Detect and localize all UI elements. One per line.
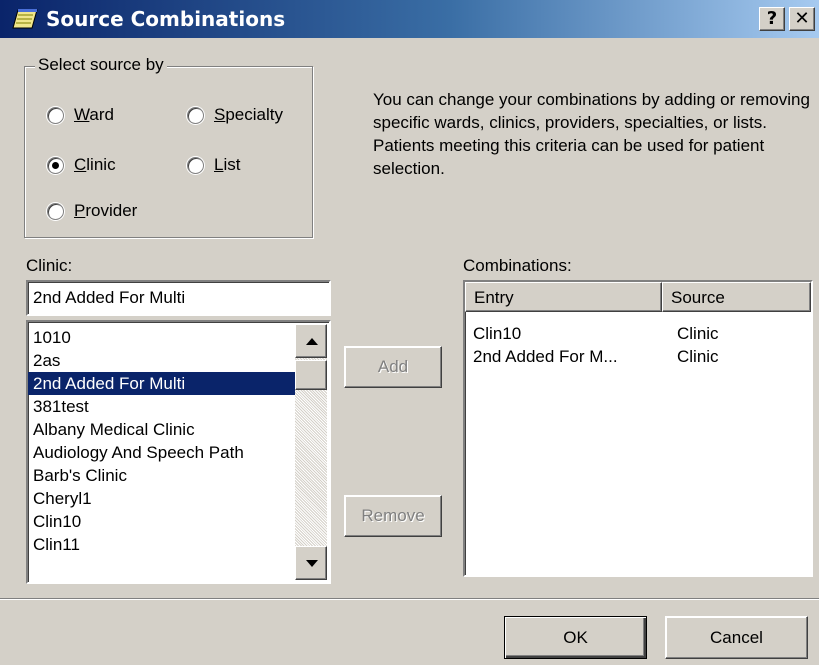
window-title: Source Combinations	[46, 7, 286, 31]
label-text: pecialty	[225, 105, 283, 124]
list-item[interactable]: 381test	[28, 395, 329, 418]
scroll-thumb[interactable]	[295, 360, 327, 390]
footer-separator	[0, 598, 819, 600]
radio-label-list: List	[214, 155, 240, 175]
radio-label-clinic: Clinic	[74, 155, 116, 175]
ok-button[interactable]: OK	[504, 616, 647, 659]
list-item[interactable]: Clin10	[28, 510, 329, 533]
label-text: ard	[89, 105, 114, 124]
select-source-legend: Select source by	[35, 55, 167, 75]
list-item-selected[interactable]: 2nd Added For Multi	[28, 372, 295, 395]
arrow-up-icon	[306, 338, 318, 345]
source-cell: Clinic	[677, 347, 719, 366]
scroll-down-button[interactable]	[295, 546, 327, 580]
list-item[interactable]: Cheryl1	[28, 487, 329, 510]
radio-circle	[187, 106, 204, 124]
clinic-list: 1010 2as 2nd Added For Multi 381test Alb…	[28, 322, 329, 556]
arrow-down-icon	[306, 560, 318, 567]
cancel-button[interactable]: Cancel	[665, 616, 808, 659]
remove-button[interactable]: Remove	[344, 495, 442, 537]
combinations-listview[interactable]: Entry Source Clin10 Clinic 2nd Added For…	[463, 280, 813, 577]
radio-specialty[interactable]: Specialty	[187, 105, 283, 125]
clinic-search-input[interactable]: 2nd Added For Multi	[26, 280, 331, 316]
radio-circle	[187, 156, 204, 174]
list-item[interactable]: Albany Medical Clinic	[28, 418, 329, 441]
radio-ward[interactable]: Ward	[47, 105, 114, 125]
column-header-source[interactable]: Source	[662, 282, 811, 312]
source-cell: Clinic	[677, 324, 719, 343]
list-item[interactable]: Clin11	[28, 533, 329, 556]
info-text: You can change your combinations by addi…	[373, 90, 810, 178]
table-row[interactable]: 2nd Added For M... Clinic	[465, 345, 811, 368]
accel-key: P	[74, 201, 86, 220]
radio-label-specialty: Specialty	[214, 105, 283, 125]
clinic-scrollbar[interactable]	[295, 324, 327, 580]
table-row[interactable]: Clin10 Clinic	[465, 322, 811, 345]
notepad-icon	[12, 8, 38, 30]
help-button[interactable]: ?	[759, 7, 785, 31]
title-bar: Source Combinations ? ✕	[0, 0, 819, 40]
accel-key: C	[74, 155, 87, 174]
clinic-search-value: 2nd Added For Multi	[33, 288, 186, 307]
clinic-label: Clinic:	[26, 256, 73, 275]
radio-clinic[interactable]: Clinic	[47, 155, 116, 175]
list-item[interactable]: Barb's Clinic	[28, 464, 329, 487]
accel-key: W	[74, 105, 90, 124]
list-item[interactable]: Audiology And Speech Path	[28, 441, 329, 464]
radio-provider[interactable]: Provider	[47, 201, 137, 221]
list-item[interactable]: 2as	[28, 349, 329, 372]
entry-cell: 2nd Added For M...	[473, 347, 618, 366]
scroll-up-button[interactable]	[295, 324, 327, 358]
label-text: ist	[223, 155, 241, 174]
radio-circle-checked	[47, 156, 64, 174]
radio-label-provider: Provider	[74, 201, 137, 221]
radio-list[interactable]: List	[187, 155, 240, 175]
combinations-label: Combinations:	[463, 256, 572, 275]
add-button[interactable]: Add	[344, 346, 442, 388]
close-button[interactable]: ✕	[789, 7, 815, 31]
combinations-rows: Clin10 Clinic 2nd Added For M... Clinic	[465, 322, 811, 368]
radio-label-ward: Ward	[74, 105, 114, 125]
list-item[interactable]: 1010	[28, 326, 329, 349]
radio-circle	[47, 202, 64, 220]
label-text: linic	[86, 155, 116, 174]
radio-circle	[47, 106, 64, 124]
label-text: rovider	[85, 201, 138, 220]
clinic-listbox[interactable]: 1010 2as 2nd Added For Multi 381test Alb…	[26, 320, 331, 584]
select-source-group: Select source by Ward Specialty Clinic L…	[24, 55, 313, 238]
column-header-entry[interactable]: Entry	[465, 282, 662, 312]
entry-cell: Clin10	[473, 324, 522, 343]
accel-key: S	[214, 105, 226, 124]
